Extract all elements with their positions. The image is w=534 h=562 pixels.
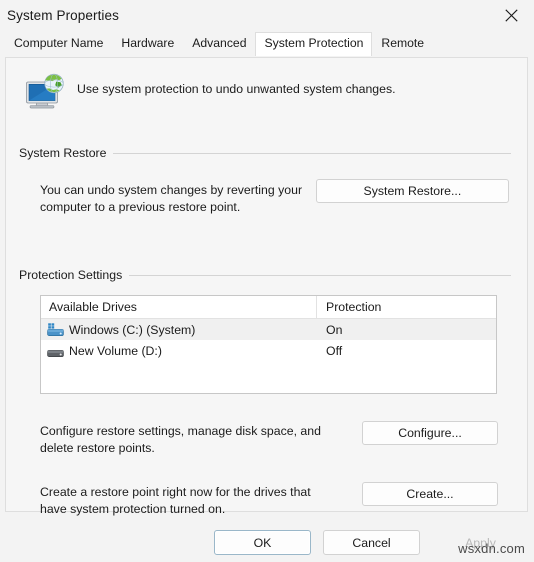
drive-cell: New Volume (D:): [41, 340, 317, 361]
create-button[interactable]: Create...: [362, 482, 498, 506]
dialog-footer: OK Cancel Apply: [0, 521, 534, 562]
table-row[interactable]: New Volume (D:) Off: [41, 340, 496, 361]
system-restore-title: System Restore: [19, 146, 107, 160]
tab-strip: Computer Name Hardware Advanced System P…: [0, 31, 534, 56]
hard-drive-icon: [47, 344, 64, 358]
ok-button[interactable]: OK: [214, 530, 311, 555]
header-description: Use system protection to undo unwanted s…: [77, 82, 396, 96]
header-blurb: Use system protection to undo unwanted s…: [6, 58, 527, 111]
watermark: wsxdn.com: [458, 541, 525, 556]
configure-description: Configure restore settings, manage disk …: [40, 424, 321, 455]
protection-settings-title: Protection Settings: [19, 268, 123, 282]
tab-system-protection[interactable]: System Protection: [255, 32, 373, 56]
drive-protection-status: Off: [326, 343, 343, 358]
create-description: Create a restore point right now for the…: [40, 485, 311, 516]
column-header-available-drives: Available Drives: [41, 296, 317, 318]
tab-computer-name[interactable]: Computer Name: [5, 32, 112, 55]
tab-content-panel: Use system protection to undo unwanted s…: [5, 57, 528, 516]
system-restore-group: System Restore You can undo system chang…: [19, 146, 511, 215]
tab-remote[interactable]: Remote: [372, 32, 433, 55]
close-icon[interactable]: [489, 0, 534, 31]
window-title: System Properties: [7, 8, 119, 23]
table-row[interactable]: Windows (C:) (System) On: [41, 319, 496, 340]
tab-advanced[interactable]: Advanced: [183, 32, 255, 55]
column-header-protection: Protection: [326, 300, 382, 314]
system-protection-icon: [23, 71, 67, 111]
protection-settings-group-header: Protection Settings: [19, 268, 511, 282]
protection-settings-group: Protection Settings Available Drives Pro…: [19, 268, 511, 516]
title-bar: System Properties: [0, 0, 534, 31]
drive-protection-status: On: [326, 322, 343, 337]
drive-cell: Windows (C:) (System): [41, 319, 317, 340]
system-restore-description: You can undo system changes by reverting…: [40, 183, 303, 214]
configure-button[interactable]: Configure...: [362, 421, 498, 445]
cancel-button[interactable]: Cancel: [323, 530, 420, 555]
configure-row: Configure restore settings, manage disk …: [19, 421, 511, 456]
group-divider: [113, 152, 511, 154]
system-restore-group-header: System Restore: [19, 146, 511, 160]
windows-drive-icon: [47, 322, 64, 337]
group-divider: [129, 274, 511, 276]
drive-name: New Volume (D:): [69, 343, 162, 358]
tab-hardware[interactable]: Hardware: [112, 32, 183, 55]
system-restore-button[interactable]: System Restore...: [315, 179, 509, 203]
create-row: Create a restore point right now for the…: [19, 482, 511, 517]
system-restore-row: You can undo system changes by reverting…: [19, 179, 511, 215]
drive-name: Windows (C:) (System): [69, 322, 196, 337]
list-header-row: Available Drives Protection: [41, 296, 496, 319]
available-drives-list[interactable]: Available Drives Protection Windows (C:)…: [40, 295, 497, 394]
